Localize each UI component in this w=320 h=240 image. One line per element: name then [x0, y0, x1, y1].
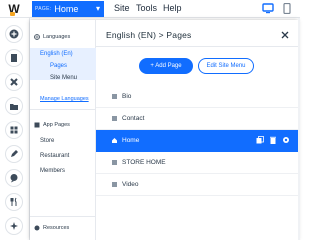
panel-title: English (EN) > Pages	[106, 30, 192, 40]
restaurant-tool-button[interactable]	[6, 194, 22, 210]
language-subitem-site-menu[interactable]: Site Menu	[50, 75, 77, 81]
home-icon	[112, 138, 117, 143]
chat-tool-button[interactable]	[6, 170, 22, 186]
canvas-edge	[298, 18, 300, 240]
languages-section: Languages	[34, 34, 70, 40]
language-item[interactable]: English (En)	[40, 51, 73, 57]
page-icon	[112, 160, 117, 165]
folder-icon	[10, 104, 18, 110]
fork-knife-icon	[10, 197, 17, 206]
grid-icon	[10, 126, 18, 134]
globe-icon	[34, 34, 40, 40]
page-selector-dropdown[interactable]: PAGE: Home ▾	[32, 1, 104, 17]
left-toolbar	[0, 18, 30, 240]
design-tool-button[interactable]	[6, 74, 22, 90]
page-selector-value: Home	[54, 4, 79, 14]
page-row-label: Bio	[122, 93, 132, 100]
chevron-down-icon: ▾	[95, 4, 100, 13]
pages-tool-button[interactable]	[6, 50, 22, 66]
add-page-button[interactable]: + Add Page	[139, 58, 193, 74]
page-row-bio[interactable]: Bio	[96, 86, 298, 108]
blog-tool-button[interactable]	[6, 146, 22, 162]
page-icon	[112, 94, 117, 99]
logo-accent-dot	[10, 12, 15, 16]
app-pages-section: App Pages	[34, 122, 70, 128]
page-row-label: Video	[122, 181, 139, 188]
language-subitem-pages[interactable]: Pages	[50, 63, 67, 69]
pen-icon	[11, 150, 18, 157]
page-icon	[112, 182, 117, 187]
page-row-video[interactable]: Video	[96, 174, 298, 196]
pages-panel-sidebar: Languages English (En) Pages Site Menu M…	[30, 20, 96, 240]
sidebar-divider	[30, 109, 96, 110]
menu-site[interactable]: Site	[114, 3, 130, 13]
desktop-view-icon[interactable]	[262, 3, 274, 14]
page-row-label: Home	[122, 137, 140, 144]
gear-icon[interactable]	[282, 136, 290, 144]
menu-tools[interactable]: Tools	[136, 3, 157, 13]
page-row-home[interactable]: Home	[96, 130, 298, 152]
add-tool-button[interactable]	[6, 26, 22, 42]
app-pages-icon	[34, 122, 40, 128]
panel-header-divider	[96, 46, 298, 47]
page-row-label: Contact	[122, 115, 145, 122]
media-tool-button[interactable]	[6, 98, 22, 114]
resources-section[interactable]: Resources	[34, 225, 69, 231]
app-pages-label: App Pages	[43, 122, 70, 128]
top-bar: W PAGE: Home ▾ Site Tools Help	[0, 0, 300, 18]
add-circle-icon	[9, 29, 19, 39]
sidebar-divider	[30, 216, 96, 217]
menu-help[interactable]: Help	[163, 3, 182, 13]
resources-label: Resources	[43, 225, 70, 231]
document-icon	[11, 54, 17, 62]
page-icon	[112, 116, 117, 121]
page-row-label: STORE HOME	[122, 159, 166, 166]
page-row-contact[interactable]: Contact	[96, 108, 298, 130]
duplicate-icon[interactable]	[256, 136, 264, 144]
page-row-store-home[interactable]: STORE HOME	[96, 152, 298, 174]
chat-bubble-icon	[10, 174, 18, 183]
close-icon[interactable]	[280, 30, 290, 40]
manage-languages-link[interactable]: Manage Languages	[40, 96, 89, 102]
info-icon	[34, 225, 40, 231]
delete-icon[interactable]	[269, 136, 277, 144]
page-selector-prefix: PAGE:	[35, 6, 52, 12]
mobile-view-icon[interactable]	[281, 3, 293, 14]
edit-site-menu-button[interactable]: Edit Site Menu	[198, 58, 254, 74]
app-page-store[interactable]: Store	[40, 138, 54, 144]
page-row-actions	[256, 136, 290, 144]
languages-label: Languages	[43, 34, 71, 40]
pages-panel: Languages English (En) Pages Site Menu M…	[30, 20, 298, 240]
more-tool-button[interactable]	[6, 218, 22, 234]
brush-icon	[10, 78, 18, 86]
app-page-restaurant[interactable]: Restaurant	[40, 153, 69, 159]
sparkle-icon	[10, 222, 18, 230]
app-page-members[interactable]: Members	[40, 168, 65, 174]
apps-tool-button[interactable]	[6, 122, 22, 138]
